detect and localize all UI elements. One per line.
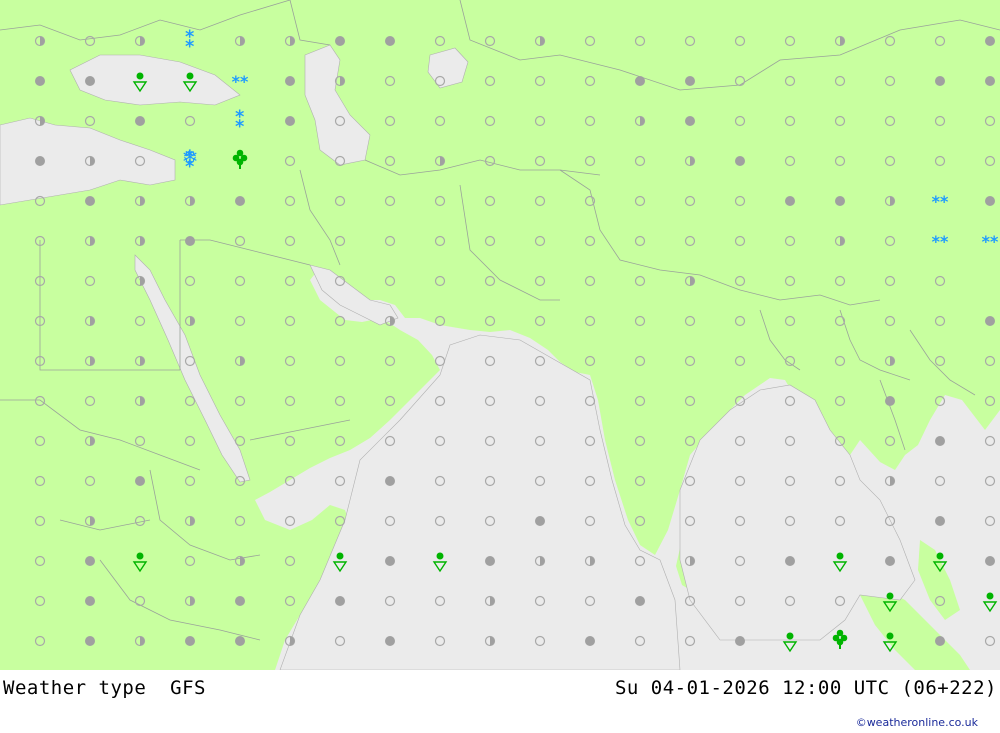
map-title: Weather type GFS bbox=[3, 677, 206, 699]
overcast-icon bbox=[985, 316, 995, 326]
overcast-icon bbox=[85, 556, 95, 566]
overcast-icon bbox=[85, 196, 95, 206]
overcast-icon bbox=[35, 156, 45, 166]
snow-icon: ** bbox=[932, 192, 949, 211]
overcast-icon bbox=[735, 156, 745, 166]
overcast-icon bbox=[235, 196, 245, 206]
overcast-icon bbox=[385, 36, 395, 46]
overcast-icon bbox=[835, 196, 845, 206]
overcast-icon bbox=[935, 436, 945, 446]
overcast-icon bbox=[85, 636, 95, 646]
snow-icon: ** bbox=[932, 232, 949, 251]
overcast-icon bbox=[485, 556, 495, 566]
heavy-snow-icon: ⁑ bbox=[234, 108, 246, 133]
overcast-icon bbox=[535, 516, 545, 526]
snowflake-icon: ❄ bbox=[182, 145, 199, 169]
overcast-icon bbox=[85, 596, 95, 606]
overcast-icon bbox=[35, 76, 45, 86]
overcast-icon bbox=[285, 76, 295, 86]
overcast-icon bbox=[135, 476, 145, 486]
overcast-icon bbox=[985, 196, 995, 206]
model-name: GFS bbox=[170, 677, 206, 699]
overcast-icon bbox=[385, 476, 395, 486]
overcast-icon bbox=[235, 636, 245, 646]
overcast-icon bbox=[785, 196, 795, 206]
heavy-snow-icon: ⁑ bbox=[184, 28, 196, 53]
overcast-icon bbox=[885, 396, 895, 406]
overcast-icon bbox=[185, 636, 195, 646]
overcast-icon bbox=[635, 76, 645, 86]
overcast-icon bbox=[635, 596, 645, 606]
weather-map: ⁑**⁑⁑**** **❄ bbox=[0, 0, 1000, 670]
overcast-icon bbox=[235, 596, 245, 606]
credit-link[interactable]: ©weatheronline.co.uk bbox=[856, 716, 978, 729]
overcast-icon bbox=[585, 636, 595, 646]
overcast-icon bbox=[935, 76, 945, 86]
overcast-icon bbox=[885, 556, 895, 566]
overcast-icon bbox=[935, 516, 945, 526]
overcast-icon bbox=[185, 236, 195, 246]
overcast-icon bbox=[85, 76, 95, 86]
overcast-icon bbox=[985, 556, 995, 566]
overcast-icon bbox=[985, 76, 995, 86]
overcast-icon bbox=[985, 36, 995, 46]
overcast-icon bbox=[735, 636, 745, 646]
overcast-icon bbox=[285, 116, 295, 126]
overcast-icon bbox=[335, 36, 345, 46]
snow-icon: ** bbox=[232, 72, 249, 91]
overcast-icon bbox=[685, 116, 695, 126]
snow-icon: ** bbox=[982, 232, 999, 251]
overcast-icon bbox=[385, 636, 395, 646]
overcast-icon bbox=[935, 636, 945, 646]
overcast-icon bbox=[135, 116, 145, 126]
overcast-icon bbox=[685, 76, 695, 86]
forecast-datetime: Su 04-01-2026 12:00 UTC (06+222) bbox=[614, 677, 997, 699]
overcast-icon bbox=[385, 556, 395, 566]
overcast-icon bbox=[785, 556, 795, 566]
title-text: Weather type bbox=[3, 677, 147, 699]
overcast-icon bbox=[335, 596, 345, 606]
